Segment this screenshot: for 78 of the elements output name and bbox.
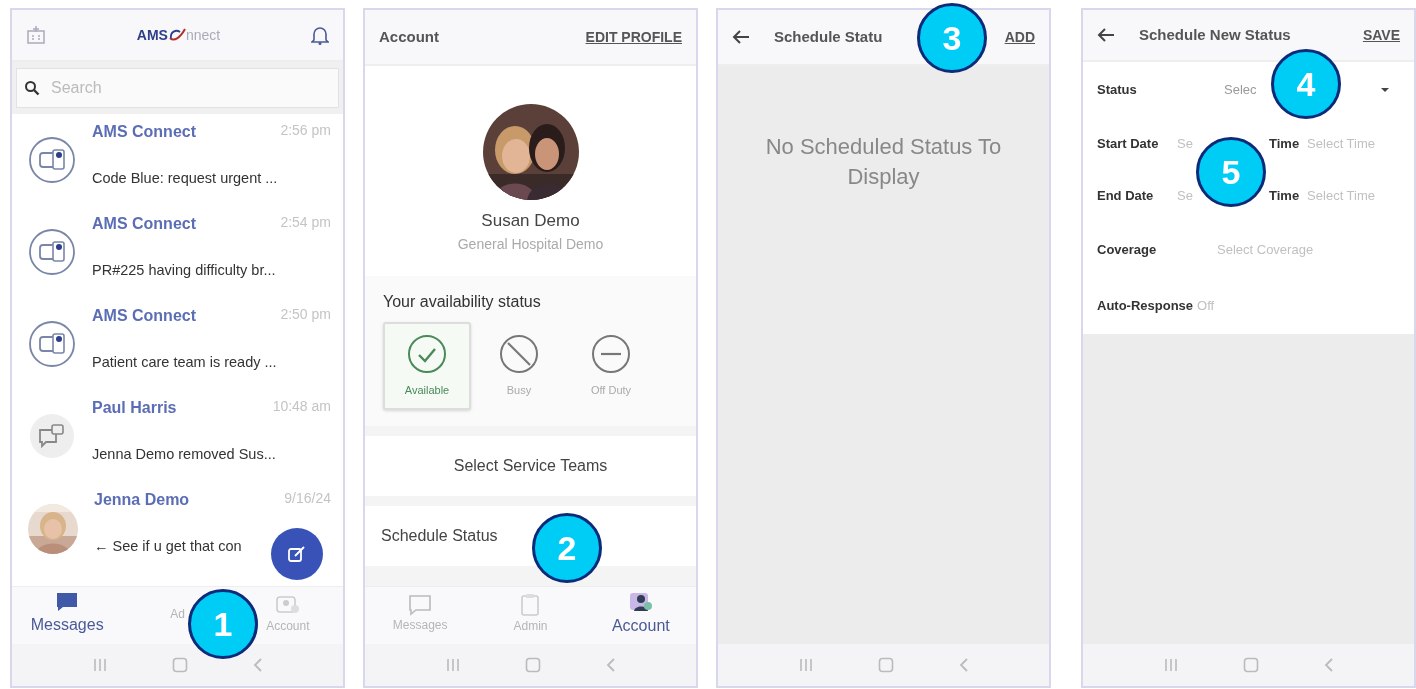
- caret-icon[interactable]: [1380, 87, 1390, 93]
- back-icon[interactable]: [1323, 657, 1334, 673]
- compose-icon: [287, 544, 307, 564]
- header-action-link[interactable]: SAVE: [1362, 24, 1400, 46]
- sender-name: Jenna Demo: [94, 490, 190, 510]
- menu-item[interactable]: Schedule Status: [381, 524, 498, 548]
- profile-name: Susan Demo: [481, 210, 580, 232]
- back-icon[interactable]: [958, 657, 969, 673]
- sender-name: AMS Connect: [92, 214, 196, 234]
- header-action-link[interactable]: EDIT PROFILE: [585, 26, 682, 48]
- recent-apps-icon[interactable]: [92, 658, 107, 672]
- back-arrow-icon[interactable]: [1097, 27, 1115, 43]
- message-time: 2:56 pm: [280, 121, 331, 140]
- message-row[interactable]: AMS Connect 2:56 pm Code Blue: request urgent ...: [12, 114, 343, 206]
- field-label: Auto-Response: [1097, 297, 1194, 316]
- back-icon[interactable]: [252, 657, 263, 673]
- message-preview: PR#225 having difficulty br...: [92, 261, 276, 281]
- menu-item[interactable]: Select Service Teams: [453, 454, 608, 478]
- message-time: 9/16/24: [284, 489, 331, 508]
- field-label: Time: [1269, 187, 1300, 206]
- field-label: End Date: [1097, 187, 1155, 206]
- home-icon[interactable]: [1242, 657, 1259, 673]
- status-option[interactable]: Off Duty: [567, 322, 655, 410]
- message-row[interactable]: Paul Harris 10:48 am Jenna Demo removed Sus...: [12, 390, 343, 482]
- clipboard-icon[interactable]: [519, 592, 542, 617]
- search-icon: [24, 80, 40, 96]
- logo-text: AMS: [136, 25, 168, 45]
- minus-circle-icon: [591, 333, 631, 374]
- group-chat-icon: [28, 228, 76, 276]
- field-label: Start Date: [1097, 135, 1160, 154]
- nav-tab[interactable]: Account: [611, 613, 670, 638]
- recent-apps-icon[interactable]: [1163, 658, 1178, 672]
- message-row[interactable]: AMS Connect 2:50 pm Patient care team is ready ...: [12, 298, 343, 390]
- message-row[interactable]: AMS Connect 2:54 pm PR#225 having difficulty br...: [12, 206, 343, 298]
- status-option[interactable]: Busy: [475, 322, 563, 410]
- sender-name: AMS Connect: [92, 122, 196, 142]
- chat-bubble-icon[interactable]: [55, 590, 80, 613]
- group-chat-icon: [28, 136, 76, 184]
- message-preview: ← See if u get that con: [94, 537, 242, 557]
- search-field[interactable]: Search: [16, 68, 339, 108]
- prohibited-icon: [499, 333, 539, 374]
- message-time: 2:54 pm: [280, 213, 331, 232]
- status-option[interactable]: Available: [383, 322, 471, 410]
- chat-icon: [28, 412, 76, 460]
- screen-title: Schedule Statu: [774, 26, 883, 47]
- home-icon[interactable]: [171, 657, 188, 673]
- section-heading: Your availability status: [383, 292, 542, 312]
- sender-name: AMS Connect: [92, 306, 196, 326]
- home-icon[interactable]: [877, 657, 894, 673]
- screen-title: Schedule New Status: [1139, 24, 1291, 45]
- dropdown-field[interactable]: Selec: [1224, 80, 1257, 100]
- field-label: Time: [1269, 135, 1300, 154]
- message-preview: Code Blue: request urgent ...: [92, 169, 278, 189]
- logo-text: nnect: [185, 25, 221, 45]
- screen-title: Account: [379, 26, 439, 47]
- hospital-icon[interactable]: [26, 25, 46, 45]
- home-icon[interactable]: [524, 657, 541, 673]
- back-icon[interactable]: [605, 657, 616, 673]
- compose-button[interactable]: [271, 528, 323, 580]
- organization-name: General Hospital Demo: [457, 234, 604, 254]
- back-arrow-icon[interactable]: [732, 29, 750, 45]
- message-preview: Jenna Demo removed Sus...: [92, 445, 276, 465]
- recent-apps-icon[interactable]: [445, 658, 460, 672]
- check-circle-icon: [407, 333, 447, 374]
- sender-name: Paul Harris: [92, 398, 177, 418]
- nav-tab[interactable]: Messages: [30, 612, 104, 637]
- empty-message: No Scheduled Status To Display: [764, 133, 1003, 191]
- message-time: 2:50 pm: [280, 305, 331, 324]
- group-chat-icon: [28, 320, 76, 368]
- header-action-link[interactable]: ADD: [1004, 26, 1035, 48]
- message-preview: Patient care team is ready ...: [92, 353, 277, 373]
- recent-apps-icon[interactable]: [798, 658, 813, 672]
- field-label: Status: [1097, 81, 1138, 100]
- message-row[interactable]: Jenna Demo 9/16/24 ← See if u get that con: [12, 482, 343, 574]
- bell-icon[interactable]: [311, 25, 329, 45]
- swoosh-logo-icon: [167, 28, 186, 42]
- field-label: Coverage: [1097, 241, 1158, 260]
- message-time: 10:48 am: [272, 397, 331, 416]
